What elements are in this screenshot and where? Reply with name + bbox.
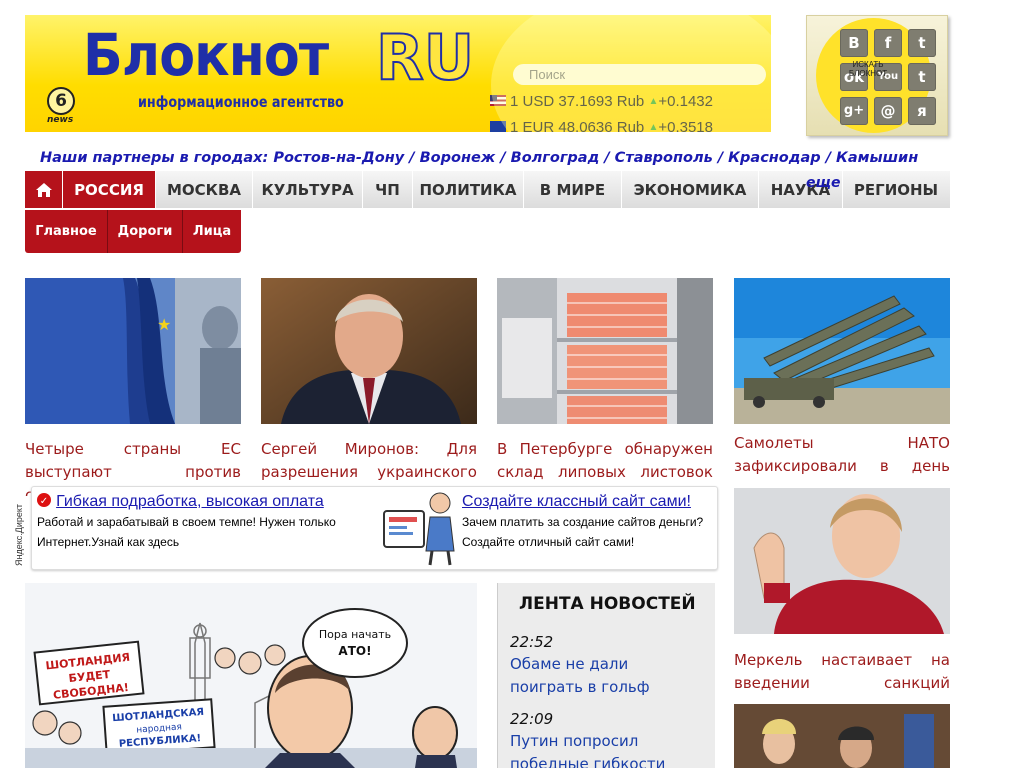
- svg-text:Пора начать: Пора начать: [319, 628, 391, 641]
- ad-item[interactable]: Создайте классный сайт сами! Зачем плати…: [462, 491, 712, 551]
- subnav-item-faces[interactable]: Лица: [183, 210, 241, 253]
- nav-item-regions[interactable]: РЕГИОНЫ: [843, 171, 949, 208]
- story-image-eu[interactable]: ★: [25, 278, 241, 424]
- story-image-crowd[interactable]: [734, 704, 950, 768]
- usd-rate-text: 1 USD 37.1693 Rub: [510, 93, 645, 110]
- mail-icon[interactable]: @: [874, 97, 902, 125]
- feed-item[interactable]: 22:09 Путин попросил победные гибкости: [510, 710, 690, 768]
- feed-title: ЛЕНТА НОВОСТЕЙ: [519, 594, 696, 614]
- arrow-up-icon: ▲: [648, 122, 659, 132]
- news-label: news: [47, 115, 74, 125]
- search-input[interactable]: [513, 64, 766, 85]
- arrow-up-icon: ▲: [648, 96, 659, 107]
- sub-nav: Главное Дороги Лица: [25, 210, 241, 253]
- usd-rate: 1 USD 37.1693 Rub ▲+0.1432: [490, 93, 713, 110]
- svg-text:АТО!: АТО!: [338, 644, 371, 658]
- story-title[interactable]: Самолеты НАТО зафиксировали в день: [734, 432, 950, 480]
- warehouse-photo: [497, 278, 713, 424]
- nav-item-politics[interactable]: ПОЛИТИКА: [413, 171, 524, 208]
- portrait-photo: [261, 278, 477, 424]
- eu-flag-photo: ★: [25, 278, 241, 424]
- feed-time: 22:09: [510, 710, 554, 728]
- tumblr-icon[interactable]: t: [908, 63, 936, 91]
- merkel-photo: [734, 488, 950, 634]
- logo-text[interactable]: Блокнот: [83, 21, 329, 89]
- cartoon-illustration[interactable]: ШОТЛАНДИЯ БУДЕТ СВОБОДНА! ШОТЛАНДСКАЯ на…: [25, 583, 477, 768]
- eu-flag-icon: [490, 121, 506, 132]
- feed-headline[interactable]: Путин попросил победные гибкости: [510, 730, 690, 768]
- ad-item[interactable]: ✓ Гибкая подработка, высокая оплата Рабо…: [37, 491, 367, 551]
- feed-headline[interactable]: Обаме не дали поиграть в гольф: [510, 653, 680, 699]
- eur-rate-change: +0.3518: [658, 119, 713, 132]
- feed-time: 22:52: [510, 633, 554, 651]
- twitter-icon[interactable]: t: [908, 29, 936, 57]
- facebook-icon[interactable]: f: [874, 29, 902, 57]
- story-image-leaflets[interactable]: [497, 278, 713, 424]
- ad-title[interactable]: Создайте классный сайт сами!: [462, 493, 691, 510]
- ad-marker-icon: ✓: [37, 493, 51, 507]
- social-caption: ИСКАТЬ БЛОКНОТ: [848, 60, 888, 78]
- ad-title[interactable]: Гибкая подработка, высокая оплата: [56, 493, 324, 510]
- home-button[interactable]: [25, 171, 63, 208]
- story-image-merkel[interactable]: [734, 488, 950, 634]
- ad-label: Яндекс.Директ: [14, 503, 24, 566]
- story-image-missiles[interactable]: [734, 278, 950, 424]
- nav-item-world[interactable]: В МИРЕ: [524, 171, 622, 208]
- missile-launcher-photo: [734, 278, 950, 424]
- nav-item-incidents[interactable]: ЧП: [363, 171, 413, 208]
- logo-subtitle: информационное агентство: [138, 93, 344, 111]
- cartoon-drawing: ШОТЛАНДИЯ БУДЕТ СВОБОДНА! ШОТЛАНДСКАЯ на…: [25, 583, 477, 768]
- partners-more-link[interactable]: еще: [806, 175, 840, 191]
- eur-rate-text: 1 EUR 48.0636 Rub: [510, 119, 645, 132]
- logo-ru[interactable]: RU: [375, 20, 475, 95]
- nav-item-economy[interactable]: ЭКОНОМИКА: [622, 171, 759, 208]
- nav-item-culture[interactable]: КУЛЬТУРА: [253, 171, 363, 208]
- subnav-item-roads[interactable]: Дороги: [108, 210, 183, 253]
- svg-text:★: ★: [157, 315, 171, 334]
- nav-item-russia[interactable]: РОССИЯ: [63, 171, 156, 208]
- yandex-icon[interactable]: я: [908, 97, 936, 125]
- feed-item[interactable]: 22:52 Обаме не дали поиграть в гольф: [510, 633, 680, 699]
- eur-rate: 1 EUR 48.0636 Rub ▲+0.3518: [490, 119, 713, 132]
- partners-label: Наши партнеры в городах:: [40, 150, 269, 166]
- story-title[interactable]: Меркель настаивает на введении санкций: [734, 649, 950, 697]
- google-plus-icon[interactable]: g+: [840, 97, 868, 125]
- designer-illustration-icon: [383, 492, 455, 566]
- story-image-mironov[interactable]: [261, 278, 477, 424]
- svg-text:✓: ✓: [40, 496, 48, 507]
- ad-block: ✓ Гибкая подработка, высокая оплата Рабо…: [31, 486, 718, 570]
- us-flag-icon: [490, 95, 506, 106]
- vk-icon[interactable]: B: [840, 29, 868, 57]
- header-banner: Блокнот RU информационное агентство 6 ne…: [25, 15, 771, 132]
- subnav-item-main[interactable]: Главное: [25, 210, 108, 253]
- six-news-logo-icon[interactable]: 6: [47, 87, 75, 115]
- nav-item-moscow[interactable]: МОСКВА: [156, 171, 253, 208]
- crowd-photo: [734, 704, 950, 768]
- ad-text: Зачем платить за создание сайтов деньги?…: [462, 515, 704, 549]
- home-icon: [35, 182, 52, 197]
- ad-illustration[interactable]: [382, 489, 460, 567]
- usd-rate-change: +0.1432: [658, 93, 713, 110]
- ad-text: Работай и зарабатывай в своем темпе! Нуж…: [37, 515, 336, 549]
